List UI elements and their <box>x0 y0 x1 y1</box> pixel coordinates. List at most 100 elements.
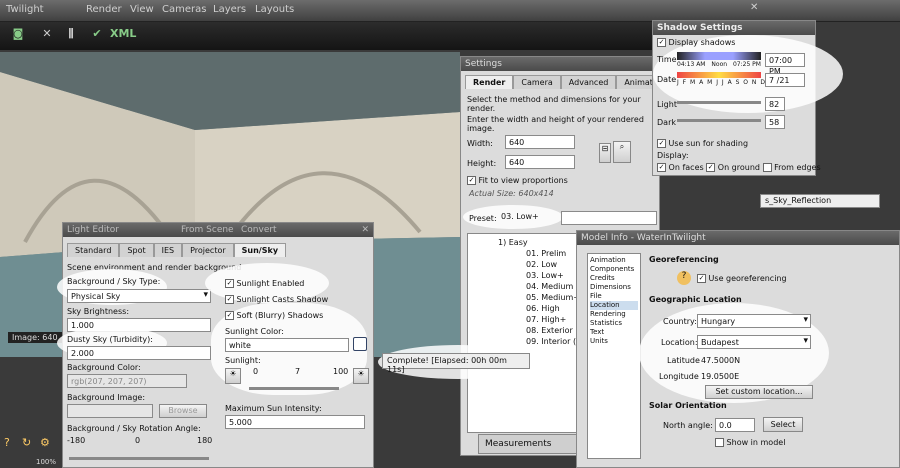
tab-projector[interactable]: Projector <box>182 243 234 257</box>
help-icon[interactable]: ? <box>677 271 691 285</box>
cancel-icon[interactable]: ✕ <box>38 27 56 45</box>
sun-enabled-option[interactable]: ✓ Sunlight Enabled <box>225 279 304 288</box>
refresh-icon[interactable]: ↻ <box>22 436 31 449</box>
sun-color-field[interactable]: white <box>225 338 349 352</box>
from-scene-button[interactable]: From Scene <box>181 223 234 237</box>
tree-root[interactable]: 1) Easy <box>498 238 528 247</box>
tree-item[interactable]: 03. Low+ <box>526 271 564 280</box>
on-faces-checkbox[interactable]: ✓ <box>657 163 666 172</box>
tab-standard[interactable]: Standard <box>67 243 120 257</box>
list-item[interactable]: Animation <box>590 256 638 265</box>
light-slider[interactable] <box>677 101 761 104</box>
menu-cameras[interactable]: Cameras <box>162 4 206 15</box>
soft-shadows-option[interactable]: ✓ Soft (Blurry) Shadows <box>225 311 323 320</box>
list-item[interactable]: Text <box>590 328 638 337</box>
rotation-slider[interactable] <box>69 457 209 460</box>
list-item[interactable]: Dimensions <box>590 283 638 292</box>
sun-enabled-checkbox[interactable]: ✓ <box>225 279 234 288</box>
help-icon[interactable]: ? <box>4 436 10 449</box>
sun-shading-option[interactable]: ✓ Use sun for shading <box>657 139 748 148</box>
list-item[interactable]: Rendering <box>590 310 638 319</box>
select-button[interactable]: Select <box>763 417 803 432</box>
settings-icon[interactable]: ⚙ <box>40 436 50 449</box>
use-georef-option[interactable]: ✓ Use georeferencing <box>697 274 787 283</box>
use-georef-label: Use georeferencing <box>708 274 787 283</box>
browse-button[interactable]: Browse <box>159 404 207 418</box>
menu-view[interactable]: View <box>130 4 154 15</box>
sun-shadows-checkbox[interactable]: ✓ <box>225 295 234 304</box>
light-field[interactable]: 82 <box>765 97 785 111</box>
sunlight-slider[interactable] <box>249 387 339 390</box>
color-swatch[interactable] <box>353 337 367 351</box>
max-intensity-field[interactable]: 5.000 <box>225 415 365 429</box>
tree-item[interactable]: 06. High <box>526 304 560 313</box>
north-angle-field[interactable]: 0.0 <box>715 418 755 432</box>
dark-field[interactable]: 58 <box>765 115 785 129</box>
render-icon[interactable]: ◙ <box>8 27 28 45</box>
settings-tabs: Render Camera Advanced Animation <box>465 75 674 89</box>
list-item[interactable]: Components <box>590 265 638 274</box>
lock-ratio-icon[interactable]: ⊟ <box>599 143 611 163</box>
tree-item[interactable]: 01. Prelim <box>526 249 566 258</box>
list-item[interactable]: File <box>590 292 638 301</box>
sun-shading-checkbox[interactable]: ✓ <box>657 139 666 148</box>
display-shadows-option[interactable]: ✓ Display shadows <box>657 38 735 47</box>
soft-shadows-checkbox[interactable]: ✓ <box>225 311 234 320</box>
width-field[interactable]: 640 <box>505 135 575 149</box>
use-georef-checkbox[interactable]: ✓ <box>697 274 706 283</box>
sun-low-icon[interactable]: ☀ <box>225 368 241 384</box>
convert-button[interactable]: Convert <box>241 223 277 237</box>
fit-option[interactable]: ✓ Fit to view proportions <box>467 176 568 185</box>
tree-item[interactable]: 07. High+ <box>526 315 566 324</box>
list-item-selected[interactable]: Location <box>590 301 638 310</box>
date-slider[interactable] <box>677 72 761 78</box>
tab-render[interactable]: Render <box>465 75 514 89</box>
country-select[interactable]: Hungary <box>697 314 811 328</box>
tab-ies[interactable]: IES <box>153 243 183 257</box>
measurements-label: Measurements <box>478 434 588 454</box>
bg-image-field[interactable] <box>67 404 153 418</box>
preset-field[interactable]: 03. Low+ <box>501 212 539 221</box>
tab-advanced[interactable]: Advanced <box>560 75 617 89</box>
tree-item[interactable]: 02. Low <box>526 260 557 269</box>
tab-sun-sky[interactable]: Sun/Sky <box>233 243 287 257</box>
close-icon[interactable]: ✕ <box>361 223 369 237</box>
sky-reflection-field[interactable]: s_Sky_Reflection <box>760 194 880 208</box>
menu-layers[interactable]: Layers <box>213 4 246 15</box>
tab-spot[interactable]: Spot <box>119 243 154 257</box>
check-icon[interactable]: ✔ <box>88 27 106 45</box>
on-ground-label: On ground <box>717 163 760 172</box>
location-select[interactable]: Budapest <box>697 335 811 349</box>
menu-layouts[interactable]: Layouts <box>255 4 294 15</box>
tree-item[interactable]: 04. Medium <box>526 282 573 291</box>
show-model-checkbox[interactable] <box>715 438 724 447</box>
set-custom-location-button[interactable]: Set custom location... <box>705 385 813 399</box>
time-slider[interactable] <box>677 52 761 60</box>
list-item[interactable]: Statistics <box>590 319 638 328</box>
xml-button[interactable]: XML <box>110 27 136 45</box>
from-edges-checkbox[interactable] <box>762 163 772 172</box>
dark-slider[interactable] <box>677 119 761 122</box>
time-field[interactable]: 07:00 PM <box>765 53 805 76</box>
height-field[interactable]: 640 <box>505 155 575 169</box>
display-shadows-checkbox[interactable]: ✓ <box>657 38 666 47</box>
zoom-icon[interactable]: ⌕ <box>613 141 631 163</box>
preset-box[interactable] <box>561 211 657 225</box>
tab-camera[interactable]: Camera <box>513 75 561 89</box>
time-tick: 04:13 AM <box>677 61 706 68</box>
on-ground-checkbox[interactable]: ✓ <box>706 163 716 172</box>
show-model-option[interactable]: Show in model <box>715 438 785 447</box>
list-item[interactable]: Units <box>590 337 638 346</box>
fit-checkbox[interactable]: ✓ <box>467 176 476 185</box>
bg-color-field[interactable]: rgb(207, 207, 207) <box>67 374 187 388</box>
date-field[interactable]: 7 /21 <box>765 73 805 87</box>
list-item[interactable]: Credits <box>590 274 638 283</box>
tools-icon[interactable]: ⫼ <box>62 27 80 45</box>
image-size-label: Image: 640 <box>8 332 62 343</box>
tree-item[interactable]: 05. Medium+ <box>526 293 580 302</box>
close-icon[interactable]: ✕ <box>750 2 758 13</box>
bg-type-select[interactable]: Physical Sky <box>67 289 211 303</box>
sun-high-icon[interactable]: ☀ <box>353 368 369 384</box>
turbidity-field[interactable]: 2.000 <box>67 346 211 360</box>
menu-render[interactable]: Render <box>86 4 122 15</box>
